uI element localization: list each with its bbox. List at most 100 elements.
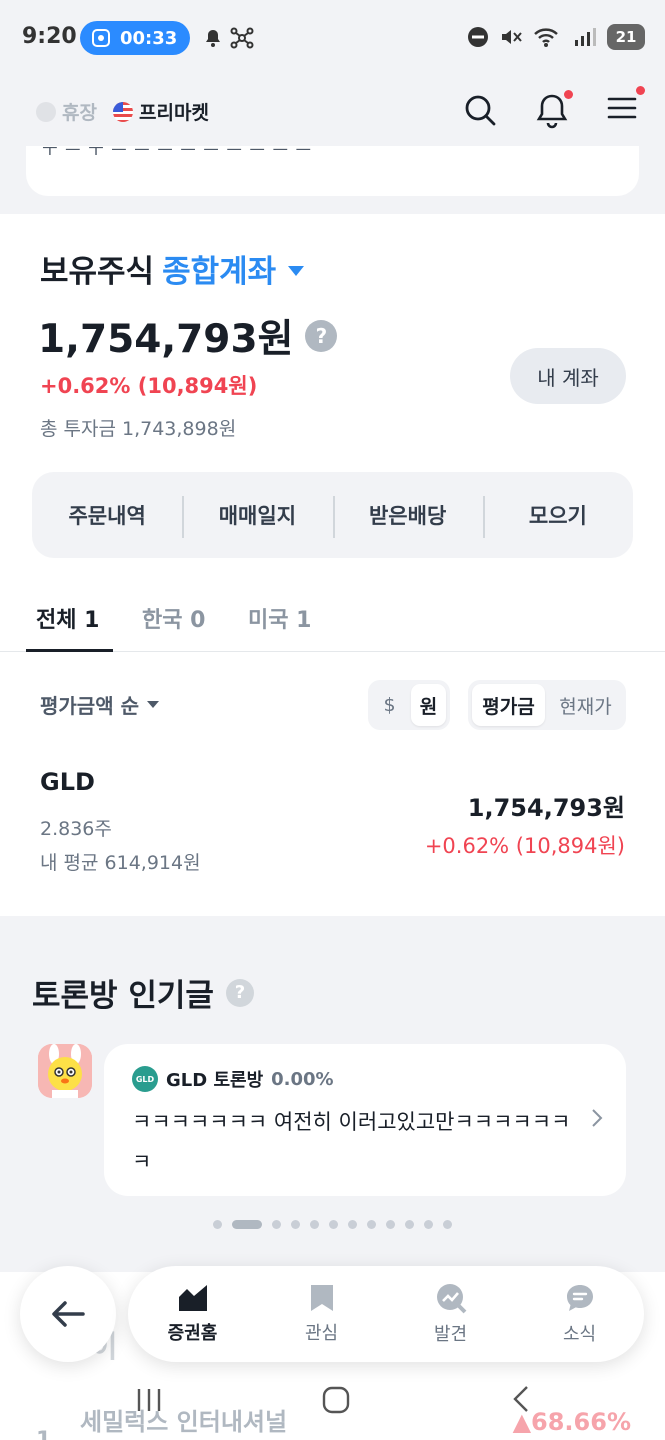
tab-us[interactable]: 미국 1	[248, 602, 311, 634]
market-closed-label: 휴장	[62, 102, 97, 124]
stock-average-price: 내 평균 614,914원	[40, 852, 201, 874]
currency-toggle: $ 원	[368, 680, 450, 730]
pager-dot[interactable]	[272, 1220, 281, 1229]
nav-news[interactable]: 소식	[515, 1282, 644, 1346]
my-account-button[interactable]: 내 계좌	[510, 348, 626, 404]
discussion-title-text: 토론방 인기글	[32, 978, 214, 1014]
total-value-text: 1,754,793원	[38, 317, 294, 362]
eval-amount-option[interactable]: 평가금	[472, 684, 545, 726]
sort-label: 평가금액 순	[40, 694, 139, 718]
us-flag-icon	[113, 101, 133, 122]
order-history-button[interactable]: 주문내역	[32, 500, 182, 530]
premarket-status[interactable]: 프리마켓	[113, 98, 209, 125]
tab-korea[interactable]: 한국 0	[142, 602, 205, 634]
market-tabs: 전체 1 한국 0 미국 1	[0, 590, 665, 652]
help-icon[interactable]: ?	[305, 320, 338, 352]
chat-bubble-icon	[566, 1285, 593, 1311]
network-icon	[230, 27, 254, 49]
nav-stock-home-label: 증권홈	[167, 1323, 218, 1344]
search-icon[interactable]	[462, 92, 498, 128]
account-dropdown-icon[interactable]	[288, 265, 305, 276]
market-status-dot-icon	[36, 101, 56, 122]
market-closed-status[interactable]: 휴장	[36, 98, 97, 125]
pager-dot[interactable]	[348, 1220, 357, 1229]
stock-row[interactable]: GLD 2.836주 내 평균 614,914원 1,754,793원 +0.6…	[0, 764, 665, 884]
trade-journal-button[interactable]: 매매일지	[182, 496, 332, 538]
discussion-help-icon[interactable]: ?	[225, 978, 254, 1007]
pager-dot[interactable]	[424, 1220, 433, 1229]
holdings-title-text: 보유주식	[40, 254, 155, 290]
stock-shares: 2.836주	[40, 818, 112, 840]
post-meta: GLD GLD 토론방 0.00%	[132, 1066, 334, 1092]
home-icon[interactable]	[320, 1384, 352, 1416]
nav-discover-label: 발견	[433, 1324, 468, 1345]
discover-icon	[436, 1284, 466, 1314]
system-navigation-bar	[0, 1370, 665, 1440]
timer-text: 00:33	[120, 27, 178, 49]
menu-badge	[636, 86, 645, 95]
scrolled-card: ㅜ ㅡ ㅜ ㅡ ㅡ ㅡ ㅡ ㅡ ㅡ ㅡ ㅡ ㅡ	[26, 146, 639, 196]
pager-dot[interactable]	[443, 1220, 452, 1229]
account-selector[interactable]: 종합계좌	[162, 246, 276, 291]
bookmark-icon	[310, 1285, 333, 1311]
currency-krw-option[interactable]: 원	[411, 684, 446, 726]
pager-dot[interactable]	[386, 1220, 395, 1229]
premarket-label: 프리마켓	[139, 102, 209, 124]
currency-usd-option[interactable]: $	[372, 684, 407, 726]
post-board-name: GLD 토론방	[166, 1070, 264, 1091]
notifications-button[interactable]	[534, 90, 573, 134]
notification-badge	[564, 90, 573, 99]
pager-dot[interactable]	[291, 1220, 300, 1229]
total-value: 1,754,793원 ?	[38, 308, 338, 364]
nav-watchlist-label: 관심	[304, 1323, 339, 1344]
collect-button[interactable]: 모으기	[482, 496, 633, 538]
pager-dot[interactable]	[213, 1220, 222, 1229]
discussion-card: 토론방 인기글 ? GLD GLD 토론방 0.00% ㅋㅋㅋㅋㅋㅋㅋ 여전히 …	[0, 936, 665, 1258]
scrolled-text-fragment: ㅜ ㅡ ㅜ ㅡ ㅡ ㅡ ㅡ ㅡ ㅡ ㅡ ㅡ ㅡ	[42, 146, 313, 161]
mute-icon	[502, 30, 522, 44]
signal-icon	[575, 28, 596, 46]
action-bar: 주문내역 매매일지 받은배당 모으기	[32, 472, 633, 558]
total-invested: 총 투자금 1,743,898원	[40, 418, 237, 440]
active-tab-indicator	[26, 649, 113, 652]
value-mode-toggle: 평가금 현재가	[468, 680, 626, 730]
pager-dot[interactable]	[310, 1220, 319, 1229]
rabbit-avatar-icon	[38, 1044, 92, 1098]
nav-stock-home[interactable]: 증권홈	[128, 1283, 257, 1345]
bottom-tab-bar: 증권홈 관심 발견 소식	[128, 1266, 644, 1362]
system-icons: 21	[467, 24, 645, 50]
dividends-button[interactable]: 받은배당	[332, 496, 483, 538]
system-back-icon[interactable]	[510, 1384, 532, 1414]
post-board-change: 0.00%	[271, 1068, 334, 1090]
nav-watchlist[interactable]: 관심	[257, 1283, 386, 1345]
call-timer-pill[interactable]: 00:33	[80, 21, 190, 55]
pager-dot[interactable]	[329, 1220, 338, 1229]
clock: 9:20	[22, 24, 77, 49]
carousel-pager	[0, 1220, 665, 1229]
pager-dot[interactable]	[232, 1220, 262, 1229]
arrow-left-icon	[52, 1301, 85, 1327]
app-header: 휴장 프리마켓	[0, 76, 665, 146]
gld-logo-icon: GLD	[132, 1066, 158, 1092]
pager-dot[interactable]	[367, 1220, 376, 1229]
post-text: ㅋㅋㅋㅋㅋㅋㅋ 여전히 이러고있고만ㅋㅋㅋㅋㅋㅋㅋ	[132, 1110, 571, 1174]
chart-home-icon	[178, 1285, 207, 1311]
avatar[interactable]	[38, 1044, 92, 1098]
wifi-icon	[534, 28, 558, 47]
post-card[interactable]: GLD GLD 토론방 0.00% ㅋㅋㅋㅋㅋㅋㅋ 여전히 이러고있고만ㅋㅋㅋㅋ…	[104, 1044, 626, 1196]
sort-dropdown[interactable]: 평가금액 순	[40, 690, 159, 719]
nav-discover[interactable]: 발견	[386, 1282, 515, 1346]
tab-all[interactable]: 전체 1	[36, 602, 99, 634]
current-price-option[interactable]: 현재가	[549, 684, 622, 726]
chevron-right-icon	[592, 1109, 603, 1127]
stock-name: GLD	[40, 768, 95, 796]
holdings-card: 보유주식 종합계좌 1,754,793원 ? +0.62% (10,894원) …	[0, 214, 665, 916]
hamburger-menu-icon	[607, 97, 637, 119]
holdings-title: 보유주식 종합계좌	[40, 246, 305, 291]
back-button[interactable]	[20, 1266, 116, 1362]
menu-button[interactable]	[606, 86, 645, 128]
sort-dropdown-icon	[146, 701, 159, 708]
pager-dot[interactable]	[405, 1220, 414, 1229]
recent-apps-icon[interactable]	[134, 1386, 164, 1414]
notification-bell-icon	[206, 30, 220, 47]
